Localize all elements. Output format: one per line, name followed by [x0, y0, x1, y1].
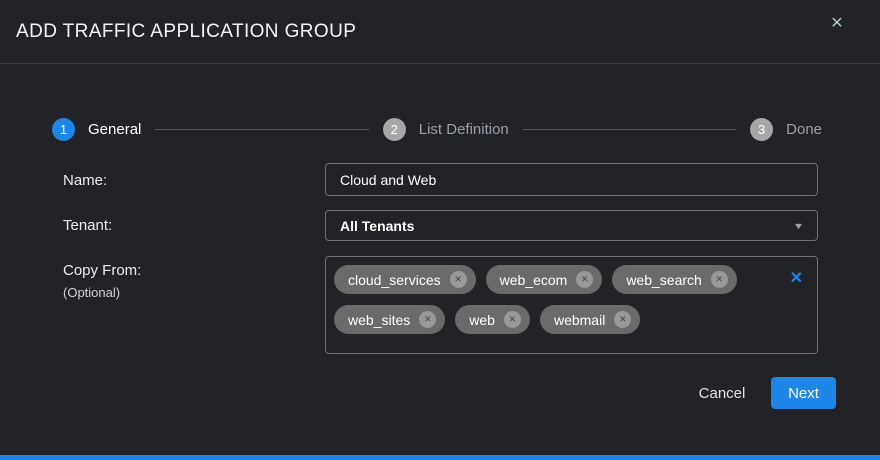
tag-chip-webmail: webmail ✕: [540, 305, 640, 334]
tag-remove-icon[interactable]: ✕: [711, 271, 728, 288]
step-list-definition[interactable]: 2 List Definition: [383, 118, 509, 141]
tag-remove-icon[interactable]: ✕: [614, 311, 631, 328]
copy-from-multiselect[interactable]: cloud_services ✕ web_ecom ✕ web_search ✕…: [325, 256, 818, 354]
tag-remove-icon[interactable]: ✕: [450, 271, 467, 288]
step-label: Done: [786, 121, 822, 138]
tenant-selected-value: All Tenants: [340, 218, 414, 234]
add-traffic-application-group-dialog: ADD TRAFFIC APPLICATION GROUP ✕ 1 Genera…: [0, 0, 880, 460]
step-number-badge: 1: [52, 118, 75, 141]
step-label: General: [88, 121, 141, 138]
step-number-badge: 3: [750, 118, 773, 141]
step-done[interactable]: 3 Done: [750, 118, 822, 141]
name-input[interactable]: [325, 163, 818, 196]
tag-label: web: [469, 312, 495, 328]
tag-label: web_ecom: [500, 272, 568, 288]
tenant-label: Tenant:: [63, 217, 112, 234]
tag-label: cloud_services: [348, 272, 441, 288]
tag-remove-icon[interactable]: ✕: [419, 311, 436, 328]
step-general[interactable]: 1 General: [52, 118, 141, 141]
stepper-connector: [155, 129, 368, 130]
chevron-down-icon: ▼: [793, 221, 805, 231]
step-number-badge: 2: [383, 118, 406, 141]
name-label: Name:: [63, 172, 107, 189]
tag-chip-web-search: web_search ✕: [612, 265, 737, 294]
tag-remove-icon[interactable]: ✕: [576, 271, 593, 288]
close-icon[interactable]: ✕: [824, 10, 850, 36]
tag-label: web_sites: [348, 312, 410, 328]
wizard-stepper: 1 General 2 List Definition 3 Done: [52, 117, 822, 141]
tag-label: webmail: [554, 312, 605, 328]
tag-chip-web-ecom: web_ecom ✕: [486, 265, 603, 294]
step-label: List Definition: [419, 121, 509, 138]
stepper-connector: [523, 129, 736, 130]
next-button[interactable]: Next: [771, 377, 836, 409]
dialog-title: ADD TRAFFIC APPLICATION GROUP: [16, 21, 356, 43]
copy-from-label: Copy From:: [63, 262, 141, 279]
tag-chip-web-sites: web_sites ✕: [334, 305, 445, 334]
tag-remove-icon[interactable]: ✕: [504, 311, 521, 328]
tag-chip-cloud-services: cloud_services ✕: [334, 265, 476, 294]
dialog-bottom-accent-bar: [0, 455, 880, 460]
cancel-button[interactable]: Cancel: [688, 377, 756, 409]
copy-from-optional-label: (Optional): [63, 285, 120, 300]
tag-chip-web: web ✕: [455, 305, 530, 334]
dialog-header: ADD TRAFFIC APPLICATION GROUP ✕: [0, 0, 880, 64]
tag-label: web_search: [626, 272, 702, 288]
clear-selection-icon[interactable]: ✕: [790, 268, 803, 288]
tenant-select[interactable]: All Tenants ▼: [325, 210, 818, 241]
